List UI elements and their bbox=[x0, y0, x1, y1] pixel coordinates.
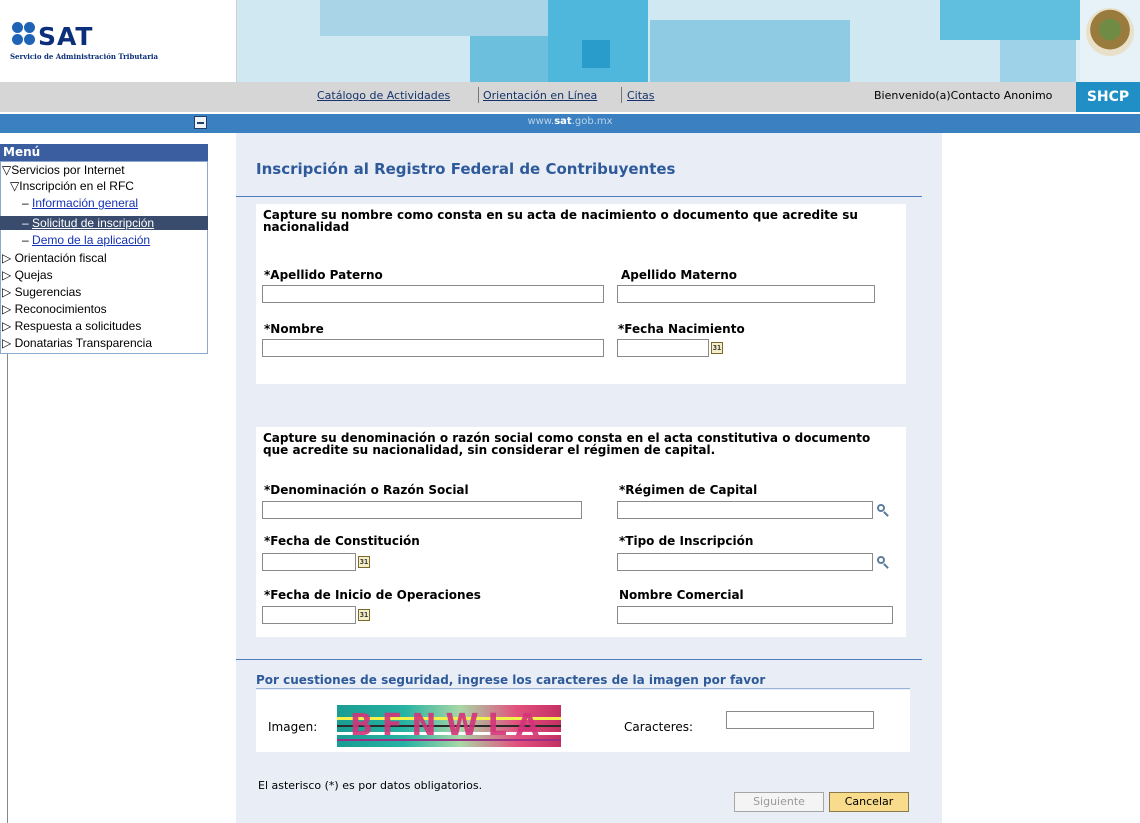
dash-icon: – bbox=[22, 216, 29, 230]
siguiente-button[interactable]: Siguiente bbox=[734, 792, 824, 812]
menu-item-inscripcion-rfc[interactable]: ▽Inscripción en el RFC bbox=[10, 179, 134, 193]
banner-decoration bbox=[582, 40, 610, 68]
menu-item-label: Solicitud de inscripción bbox=[32, 216, 155, 230]
logo-subtitle: Servicio de Administración Tributaria bbox=[10, 52, 159, 61]
menu-item-label: Demo de la aplicación bbox=[32, 233, 151, 247]
security-underline bbox=[256, 688, 910, 689]
menu-item-label: Donatarias Transparencia bbox=[14, 336, 152, 350]
fecha-constitucion-input[interactable] bbox=[262, 553, 356, 571]
menu-item-informacion-general[interactable]: – Información general bbox=[22, 196, 138, 210]
menu-item-label: Reconocimientos bbox=[14, 302, 107, 316]
tipo-inscripcion-input[interactable] bbox=[617, 553, 873, 571]
menu-item-label: Orientación fiscal bbox=[14, 251, 107, 265]
collapsed-arrow-icon: ▷ bbox=[2, 302, 12, 316]
banner-decoration bbox=[650, 20, 850, 82]
nombre-comercial-input[interactable] bbox=[617, 606, 893, 624]
fecha-constitucion-label: *Fecha de Constitución bbox=[264, 534, 420, 548]
caracteres-input[interactable] bbox=[726, 711, 874, 729]
collapsed-arrow-icon: ▷ bbox=[2, 251, 12, 265]
welcome-text: Bienvenido(a)Contacto Anonimo bbox=[874, 89, 1053, 102]
expanded-arrow-icon: ▽ bbox=[2, 163, 12, 177]
collapsed-arrow-icon: ▷ bbox=[2, 268, 12, 282]
menu-item-label: Quejas bbox=[14, 268, 53, 282]
nombre-input[interactable] bbox=[262, 339, 604, 357]
logo-dot bbox=[12, 34, 23, 45]
logo-text: SAT bbox=[38, 22, 94, 51]
apellido-materno-input[interactable] bbox=[617, 285, 875, 303]
menu-item-respuesta-solicitudes[interactable]: ▷ Respuesta a solicitudes bbox=[2, 319, 141, 333]
banner-decoration bbox=[320, 0, 550, 36]
dash-icon: – bbox=[22, 233, 29, 247]
nombre-comercial-label: Nombre Comercial bbox=[619, 588, 744, 602]
nav-separator bbox=[621, 87, 622, 103]
security-rule bbox=[236, 659, 922, 660]
sat-logo[interactable] bbox=[0, 0, 237, 82]
menu-item-label: Inscripción en el RFC bbox=[19, 179, 134, 193]
logo-dot bbox=[12, 22, 23, 33]
menu-item-label: Servicios por Internet bbox=[11, 163, 125, 177]
collapsed-arrow-icon: ▷ bbox=[2, 285, 12, 299]
shcp-logo: SHCP bbox=[1076, 82, 1140, 112]
title-rule bbox=[236, 196, 922, 197]
logo-dot bbox=[24, 34, 35, 45]
fecha-inicio-label: *Fecha de Inicio de Operaciones bbox=[264, 588, 481, 602]
expanded-arrow-icon: ▽ bbox=[10, 179, 20, 193]
apellido-materno-label: Apellido Materno bbox=[621, 268, 737, 282]
captcha-text: BFNWLA bbox=[350, 708, 548, 743]
fecha-inicio-input[interactable] bbox=[262, 606, 356, 624]
caracteres-label: Caracteres: bbox=[624, 720, 694, 734]
calendar-icon[interactable]: 31 bbox=[711, 342, 723, 354]
menu-item-solicitud-inscripcion[interactable]: – Solicitud de inscripción bbox=[0, 216, 208, 230]
nav-link-citas[interactable]: Citas bbox=[627, 89, 655, 102]
page-title: Inscripción al Registro Federal de Contr… bbox=[256, 160, 676, 178]
nav-separator bbox=[478, 87, 479, 103]
national-seal-icon bbox=[1086, 8, 1134, 56]
fecha-nacimiento-label: *Fecha Nacimiento bbox=[618, 322, 745, 336]
banner-decoration bbox=[940, 0, 1080, 40]
company-section-instruction: Capture su denominación o razón social c… bbox=[263, 431, 871, 457]
site-url-prefix: www. bbox=[527, 116, 555, 127]
denominacion-label: *Denominación o Razón Social bbox=[264, 483, 469, 497]
imagen-label: Imagen: bbox=[268, 720, 318, 734]
regimen-capital-label: *Régimen de Capital bbox=[619, 483, 758, 497]
menu-item-sugerencias[interactable]: ▷ Sugerencias bbox=[2, 285, 81, 299]
menu-item-donatarias[interactable]: ▷ Donatarias Transparencia bbox=[2, 336, 152, 350]
search-regimen-icon[interactable] bbox=[876, 503, 890, 517]
left-divider bbox=[7, 354, 8, 823]
collapsed-arrow-icon: ▷ bbox=[2, 319, 12, 333]
required-footnote: El asterisco (*) es por datos obligatori… bbox=[258, 779, 483, 792]
name-section-instruction: Capture su nombre como consta en su acta… bbox=[263, 208, 858, 234]
regimen-capital-input[interactable] bbox=[617, 501, 873, 519]
site-url-bold: sat bbox=[554, 116, 572, 127]
search-tipo-icon[interactable] bbox=[876, 555, 890, 569]
denominacion-input[interactable] bbox=[262, 501, 582, 519]
nav-link-orientacion[interactable]: Orientación en Línea bbox=[483, 89, 597, 102]
fecha-nacimiento-input[interactable] bbox=[617, 339, 709, 357]
nombre-label: *Nombre bbox=[264, 322, 324, 336]
banner-decoration bbox=[1000, 40, 1076, 82]
menu-header: Menú bbox=[0, 144, 208, 161]
apellido-paterno-input[interactable] bbox=[262, 285, 604, 303]
nav-link-catalogo[interactable]: Catálogo de Actividades bbox=[317, 89, 450, 102]
collapse-menu-button[interactable] bbox=[194, 116, 207, 129]
menu-item-demo-aplicacion[interactable]: – Demo de la aplicación bbox=[22, 233, 150, 247]
cancelar-button[interactable]: Cancelar bbox=[829, 792, 909, 812]
collapsed-arrow-icon: ▷ bbox=[2, 336, 12, 350]
menu-item-orientacion-fiscal[interactable]: ▷ Orientación fiscal bbox=[2, 251, 107, 265]
dash-icon: – bbox=[22, 196, 29, 210]
tipo-inscripcion-label: *Tipo de Inscripción bbox=[619, 534, 754, 548]
security-title: Por cuestiones de seguridad, ingrese los… bbox=[256, 673, 766, 687]
menu-item-reconocimientos[interactable]: ▷ Reconocimientos bbox=[2, 302, 107, 316]
apellido-paterno-label: *Apellido Paterno bbox=[264, 268, 383, 282]
menu-item-label: Respuesta a solicitudes bbox=[14, 319, 142, 333]
menu-item-label: Información general bbox=[32, 196, 139, 210]
calendar-icon[interactable]: 31 bbox=[358, 609, 370, 621]
menu-item-quejas[interactable]: ▷ Quejas bbox=[2, 268, 53, 282]
menu-item-servicios-internet[interactable]: ▽Servicios por Internet bbox=[2, 163, 125, 177]
menu-item-label: Sugerencias bbox=[14, 285, 82, 299]
calendar-icon[interactable]: 31 bbox=[358, 556, 370, 568]
logo-dot bbox=[24, 22, 35, 33]
site-url: www.sat.gob.mx bbox=[0, 116, 1140, 127]
site-url-suffix: .gob.mx bbox=[571, 116, 613, 127]
